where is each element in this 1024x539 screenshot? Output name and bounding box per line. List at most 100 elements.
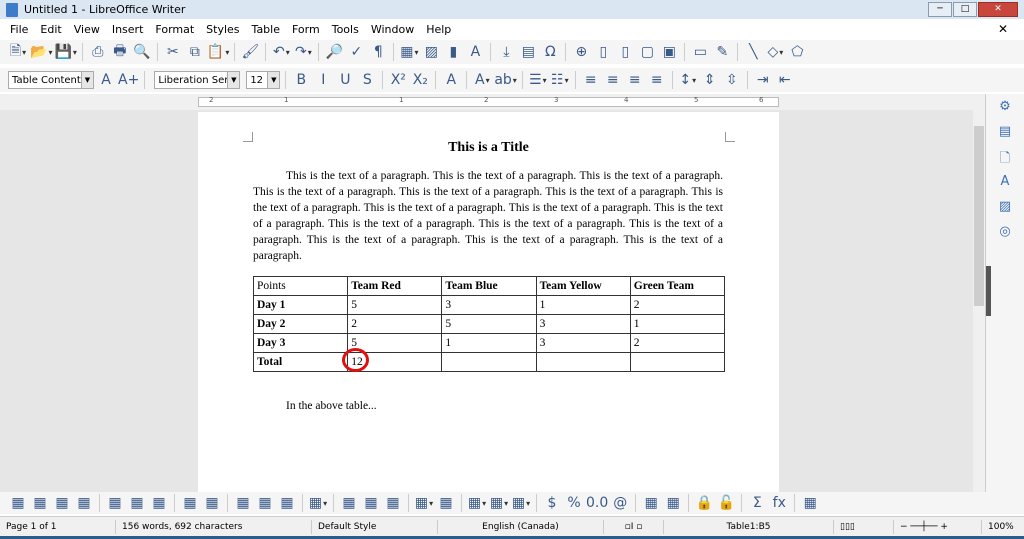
table-cell[interactable] (441, 352, 537, 372)
sidebar-grip[interactable] (986, 266, 991, 316)
menu-file[interactable]: File (4, 23, 34, 36)
menu-insert[interactable]: Insert (106, 23, 150, 36)
fontwork-icon[interactable]: A (995, 174, 1015, 194)
export-pdf-icon[interactable]: ⎙ (88, 42, 108, 62)
page-count[interactable]: Page 1 of 1 (0, 519, 116, 534)
table-cell[interactable]: 3 (535, 314, 631, 334)
document-title[interactable]: This is a Title (198, 140, 779, 156)
insert-rows-below-icon[interactable]: ▦ (30, 493, 50, 513)
decrease-paragraph-spacing-icon[interactable]: ⇳ (722, 70, 742, 90)
select-cell-icon[interactable]: ▦ (202, 493, 222, 513)
insert-field-icon[interactable]: ▤ (518, 42, 538, 62)
clone-formatting-icon[interactable]: 🖌 (240, 42, 260, 62)
underline-icon[interactable]: U (335, 70, 355, 90)
page-style[interactable]: Default Style (312, 519, 438, 534)
insert-caption-icon[interactable]: ▦ (641, 493, 661, 513)
table-cell[interactable]: Team Yellow (535, 276, 631, 296)
footnote-icon[interactable]: ▯ (593, 42, 613, 62)
chevron-down-icon[interactable]: ▼ (81, 72, 93, 88)
formatting-marks-icon[interactable]: ¶ (368, 42, 388, 62)
undo-icon[interactable]: ↶ (271, 42, 291, 62)
superscript-icon[interactable]: X² (388, 70, 408, 90)
open-folder-icon[interactable]: 📂 (30, 42, 52, 62)
table-cell[interactable]: Day 3 (252, 333, 349, 353)
view-layout-icon[interactable]: ▯▯▯ (834, 519, 894, 534)
redo-icon[interactable]: ↷ (293, 42, 313, 62)
scrollbar-thumb[interactable] (974, 126, 984, 306)
track-changes-icon[interactable]: ✎ (712, 42, 732, 62)
vertical-scrollbar[interactable] (973, 94, 985, 492)
border-style-icon[interactable]: ▦ (489, 493, 509, 513)
merge-cells-icon[interactable]: ▦ (233, 493, 253, 513)
split-cells-icon[interactable]: ▦ (255, 493, 275, 513)
table-cell[interactable]: 2 (347, 314, 443, 334)
increase-indent-icon[interactable]: ⇥ (753, 70, 773, 90)
insert-columns-after-icon[interactable]: ▦ (74, 493, 94, 513)
zoom-level[interactable]: 100% (982, 520, 1020, 534)
table-cell[interactable]: 3 (441, 295, 537, 315)
find-replace-icon[interactable]: 🔎 (324, 42, 344, 62)
font-size-select[interactable]: 12 ▼ (246, 71, 281, 89)
endnote-icon[interactable]: ▯ (615, 42, 635, 62)
spellcheck-icon[interactable]: ✓ (346, 42, 366, 62)
update-style-icon[interactable]: A (96, 70, 116, 90)
cut-icon[interactable]: ✂ (163, 42, 183, 62)
print-icon[interactable]: 🖶 (110, 42, 130, 62)
delete-table-icon[interactable]: ▦ (149, 493, 169, 513)
ruler[interactable]: 2 1 1 2 3 4 5 6 (0, 94, 1024, 110)
properties-icon[interactable]: ⚙ (995, 99, 1015, 119)
table-cell[interactable] (629, 352, 726, 372)
align-bottom-icon[interactable]: ▦ (383, 493, 403, 513)
chevron-down-icon[interactable]: ▼ (267, 72, 280, 88)
table-cell[interactable]: 5 (441, 314, 537, 334)
page-icon[interactable]: 🗋 (995, 149, 1015, 169)
table-cell[interactable]: 2 (629, 333, 726, 353)
chevron-down-icon[interactable]: ▼ (227, 72, 240, 88)
font-color-icon[interactable]: A (472, 70, 492, 90)
insert-rows-above-icon[interactable]: ▦ (8, 493, 28, 513)
language[interactable]: English (Canada) (438, 519, 604, 534)
line-spacing-icon[interactable]: ↕ (678, 70, 698, 90)
draw-functions-icon[interactable]: ⬠ (787, 42, 807, 62)
styles-icon[interactable]: ▤ (995, 124, 1015, 144)
table-cell[interactable]: 2 (629, 295, 726, 315)
font-name-select[interactable]: Liberation Serif ▼ (154, 71, 241, 89)
align-center-icon[interactable]: ≡ (603, 70, 623, 90)
table-cell[interactable]: 3 (535, 333, 631, 353)
align-left-icon[interactable]: ≡ (581, 70, 601, 90)
protect-cells-icon[interactable]: ▦ (436, 493, 456, 513)
menu-window[interactable]: Window (365, 23, 420, 36)
numbering-icon[interactable]: ☷ (550, 70, 570, 90)
sort-icon[interactable]: ▦ (663, 493, 683, 513)
italic-icon[interactable]: I (313, 70, 333, 90)
insert-table-icon[interactable]: ▦ (399, 42, 419, 62)
highlight-icon[interactable]: ab (494, 70, 516, 90)
hyperlink-icon[interactable]: ⊕ (571, 42, 591, 62)
protect-icon[interactable]: 🔒 (694, 493, 714, 513)
comment-icon[interactable]: ▭ (690, 42, 710, 62)
select-table-icon[interactable]: ▦ (180, 493, 200, 513)
autoformat-icon[interactable]: ▦ (308, 493, 328, 513)
center-vertically-icon[interactable]: ▦ (361, 493, 381, 513)
paste-icon[interactable]: 📋 (207, 42, 229, 62)
sum-icon[interactable]: Σ (747, 493, 767, 513)
insert-columns-before-icon[interactable]: ▦ (52, 493, 72, 513)
clear-formatting-icon[interactable]: A (441, 70, 461, 90)
decrease-indent-icon[interactable]: ⇤ (775, 70, 795, 90)
paragraph-style-select[interactable]: Table Contents ▼ (8, 71, 94, 89)
minimize-button[interactable]: ─ (928, 2, 952, 17)
insert-chart-icon[interactable]: ▮ (443, 42, 463, 62)
formula-icon[interactable]: fx (769, 493, 789, 513)
line-icon[interactable]: ╲ (743, 42, 763, 62)
table-cell[interactable]: Total (252, 352, 349, 372)
menu-format[interactable]: Format (149, 23, 200, 36)
table-properties-icon[interactable]: ▦ (800, 493, 820, 513)
menu-tools[interactable]: Tools (326, 23, 365, 36)
word-count[interactable]: 156 words, 692 characters (116, 519, 312, 534)
copy-icon[interactable]: ⧉ (185, 42, 205, 62)
insert-textbox-icon[interactable]: A (465, 42, 485, 62)
align-right-icon[interactable]: ≡ (625, 70, 645, 90)
delete-columns-icon[interactable]: ▦ (127, 493, 147, 513)
bookmark-icon[interactable]: ▢ (637, 42, 657, 62)
menu-help[interactable]: Help (420, 23, 457, 36)
